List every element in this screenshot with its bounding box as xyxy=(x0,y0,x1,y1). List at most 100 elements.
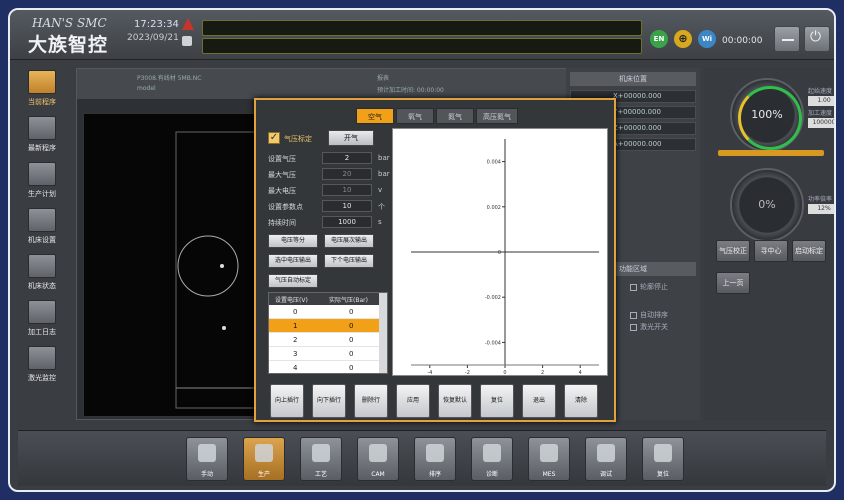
exit-button[interactable]: 退出 xyxy=(522,384,556,418)
sidebar-item-current-program[interactable]: 当前程序 xyxy=(18,68,70,110)
selected-voltage-output-button[interactable]: 选中电压输出 xyxy=(268,254,318,268)
table-header: 设置电压(V) 实际气压(Bar) xyxy=(269,293,381,305)
cam-button[interactable]: CAM xyxy=(357,437,399,481)
max-voltage-input[interactable]: 10 xyxy=(322,184,372,196)
check-label: 轮廓停止 xyxy=(640,283,668,291)
x-tick-label: -4 xyxy=(427,370,432,375)
process-button[interactable]: 工艺 xyxy=(300,437,342,481)
language-icon[interactable]: EN xyxy=(650,30,668,48)
info-icon[interactable] xyxy=(182,36,192,46)
power-gauge-value: 0% xyxy=(758,198,776,211)
duration-input[interactable]: 1000 xyxy=(322,216,372,228)
tab-oxygen[interactable]: 氧气 xyxy=(396,108,434,124)
minimize-button[interactable] xyxy=(774,26,800,52)
brand-cn: 大族智控 xyxy=(28,34,109,56)
table-scrollbar[interactable] xyxy=(379,293,387,373)
log-icon xyxy=(28,300,56,324)
network-icon[interactable]: ⊕ xyxy=(674,30,692,48)
sidebar-item-laser-monitor[interactable]: 激光监控 xyxy=(18,344,70,386)
bottom-label: 工艺 xyxy=(314,471,327,478)
sidebar-item-machine-status[interactable]: 机床状态 xyxy=(18,252,70,294)
checkbox-icon xyxy=(630,323,637,331)
debug-button[interactable]: 调试 xyxy=(585,437,627,481)
cell: 0 xyxy=(293,308,298,316)
reset-dialog-button[interactable]: 复位 xyxy=(480,384,514,418)
x-tick-label: 4 xyxy=(579,370,582,375)
open-gas-button[interactable]: 开气 xyxy=(328,130,374,146)
x-tick-label: -2 xyxy=(465,370,470,375)
sidebar-label: 机床状态 xyxy=(28,282,56,290)
power-button[interactable] xyxy=(804,26,830,52)
table-row[interactable]: 00 xyxy=(269,305,381,319)
bottom-label: 调试 xyxy=(599,471,612,478)
power-gauge: 0% xyxy=(730,168,804,242)
clock-date: 2023/09/21 xyxy=(127,33,179,43)
check-label: 自动排序 xyxy=(640,311,668,319)
sidebar-item-latest-program[interactable]: 最新程序 xyxy=(18,114,70,156)
set-pressure-input[interactable]: 2 xyxy=(322,152,372,164)
sidebar-item-machine-settings[interactable]: 机床设置 xyxy=(18,206,70,248)
table-row[interactable]: 20 xyxy=(269,333,381,347)
param-points-input[interactable]: 10 xyxy=(322,200,372,212)
clear-button[interactable]: 清除 xyxy=(564,384,598,418)
bottom-label: 生产 xyxy=(257,471,270,478)
gears-icon xyxy=(255,444,273,462)
start-calibration-button[interactable]: 启动标定 xyxy=(792,240,826,262)
check-auto-sort[interactable]: 自动排序 xyxy=(630,310,668,320)
insert-row-up-button[interactable]: 向上插行 xyxy=(270,384,304,418)
mes-button[interactable]: MES xyxy=(528,437,570,481)
table-row[interactable]: 10 xyxy=(269,319,381,333)
warning-icon[interactable] xyxy=(182,18,194,30)
tab-nitrogen[interactable]: 氮气 xyxy=(436,108,474,124)
auto-calibrate-button[interactable]: 气压自动标定 xyxy=(268,274,318,288)
bottom-label: MES xyxy=(542,471,556,478)
document-icon xyxy=(426,444,444,462)
cell: 4 xyxy=(293,364,298,372)
field-label: 设置气压 xyxy=(268,155,296,163)
production-button[interactable]: 生产 xyxy=(243,437,285,481)
max-pressure-input[interactable]: 20 xyxy=(322,168,372,180)
table-row[interactable]: 30 xyxy=(269,347,381,361)
manual-button[interactable]: 手动 xyxy=(186,437,228,481)
field-label: 设置参数点 xyxy=(268,203,303,211)
apply-button[interactable]: 应用 xyxy=(396,384,430,418)
cell: 1 xyxy=(293,322,298,330)
diagnose-icon xyxy=(483,444,501,462)
check-laser-switch[interactable]: 激光开关 xyxy=(630,322,668,332)
diagnose-button[interactable]: 诊断 xyxy=(471,437,513,481)
pressure-calibration-button[interactable]: 气压校正 xyxy=(716,240,750,262)
status-icon xyxy=(28,254,56,278)
wifi-icon[interactable]: Wi xyxy=(698,30,716,48)
cell: 3 xyxy=(293,350,298,358)
sidebar-item-process-log[interactable]: 加工日志 xyxy=(18,298,70,340)
field-unit: 个 xyxy=(378,203,385,211)
voltage-step-output-button[interactable]: 电压展次输出 xyxy=(324,234,374,248)
sidebar-label: 机床设置 xyxy=(28,236,56,244)
runtime-display: 00:00:00 xyxy=(722,36,763,46)
voltage-equal-split-button[interactable]: 电压等分 xyxy=(268,234,318,248)
check-contour-stop[interactable]: 轮廓停止 xyxy=(630,282,668,292)
sidebar-label: 当前程序 xyxy=(28,98,56,106)
find-center-button[interactable]: 寻中心 xyxy=(754,240,788,262)
speed-gauge: 100% xyxy=(730,78,804,152)
sidebar-item-production-plan[interactable]: 生产计划 xyxy=(18,160,70,202)
tab-air[interactable]: 空气 xyxy=(356,108,394,124)
prev-page-button[interactable]: 上一页 xyxy=(716,272,750,294)
calibration-checkbox[interactable]: ✓ xyxy=(268,132,280,144)
y-tick-label: -0.004 xyxy=(485,340,501,346)
restore-default-button[interactable]: 恢复默认 xyxy=(438,384,472,418)
report-title: 报表 xyxy=(377,75,390,82)
tab-high-pressure-nitrogen[interactable]: 高压氮气 xyxy=(476,108,518,124)
pressure-chart: 0.004 0.002 0 -0.002 -0.004 -4 -2 0 2 4 xyxy=(392,128,608,376)
chart-svg: 0.004 0.002 0 -0.002 -0.004 -4 -2 0 2 4 xyxy=(411,139,599,376)
insert-row-down-button[interactable]: 向下插行 xyxy=(312,384,346,418)
table-row[interactable]: 40 xyxy=(269,361,381,373)
check-label: 激光开关 xyxy=(640,323,668,331)
message-bar-1 xyxy=(202,20,642,36)
cell: 0 xyxy=(349,364,354,372)
sort-button[interactable]: 排序 xyxy=(414,437,456,481)
next-voltage-output-button[interactable]: 下个电压输出 xyxy=(324,254,374,268)
top-header: HAN'S SMC 大族智控 17:23:34 2023/09/21 EN ⊕ … xyxy=(10,10,834,60)
reset-button[interactable]: 复位 xyxy=(642,437,684,481)
delete-row-button[interactable]: 删除行 xyxy=(354,384,388,418)
